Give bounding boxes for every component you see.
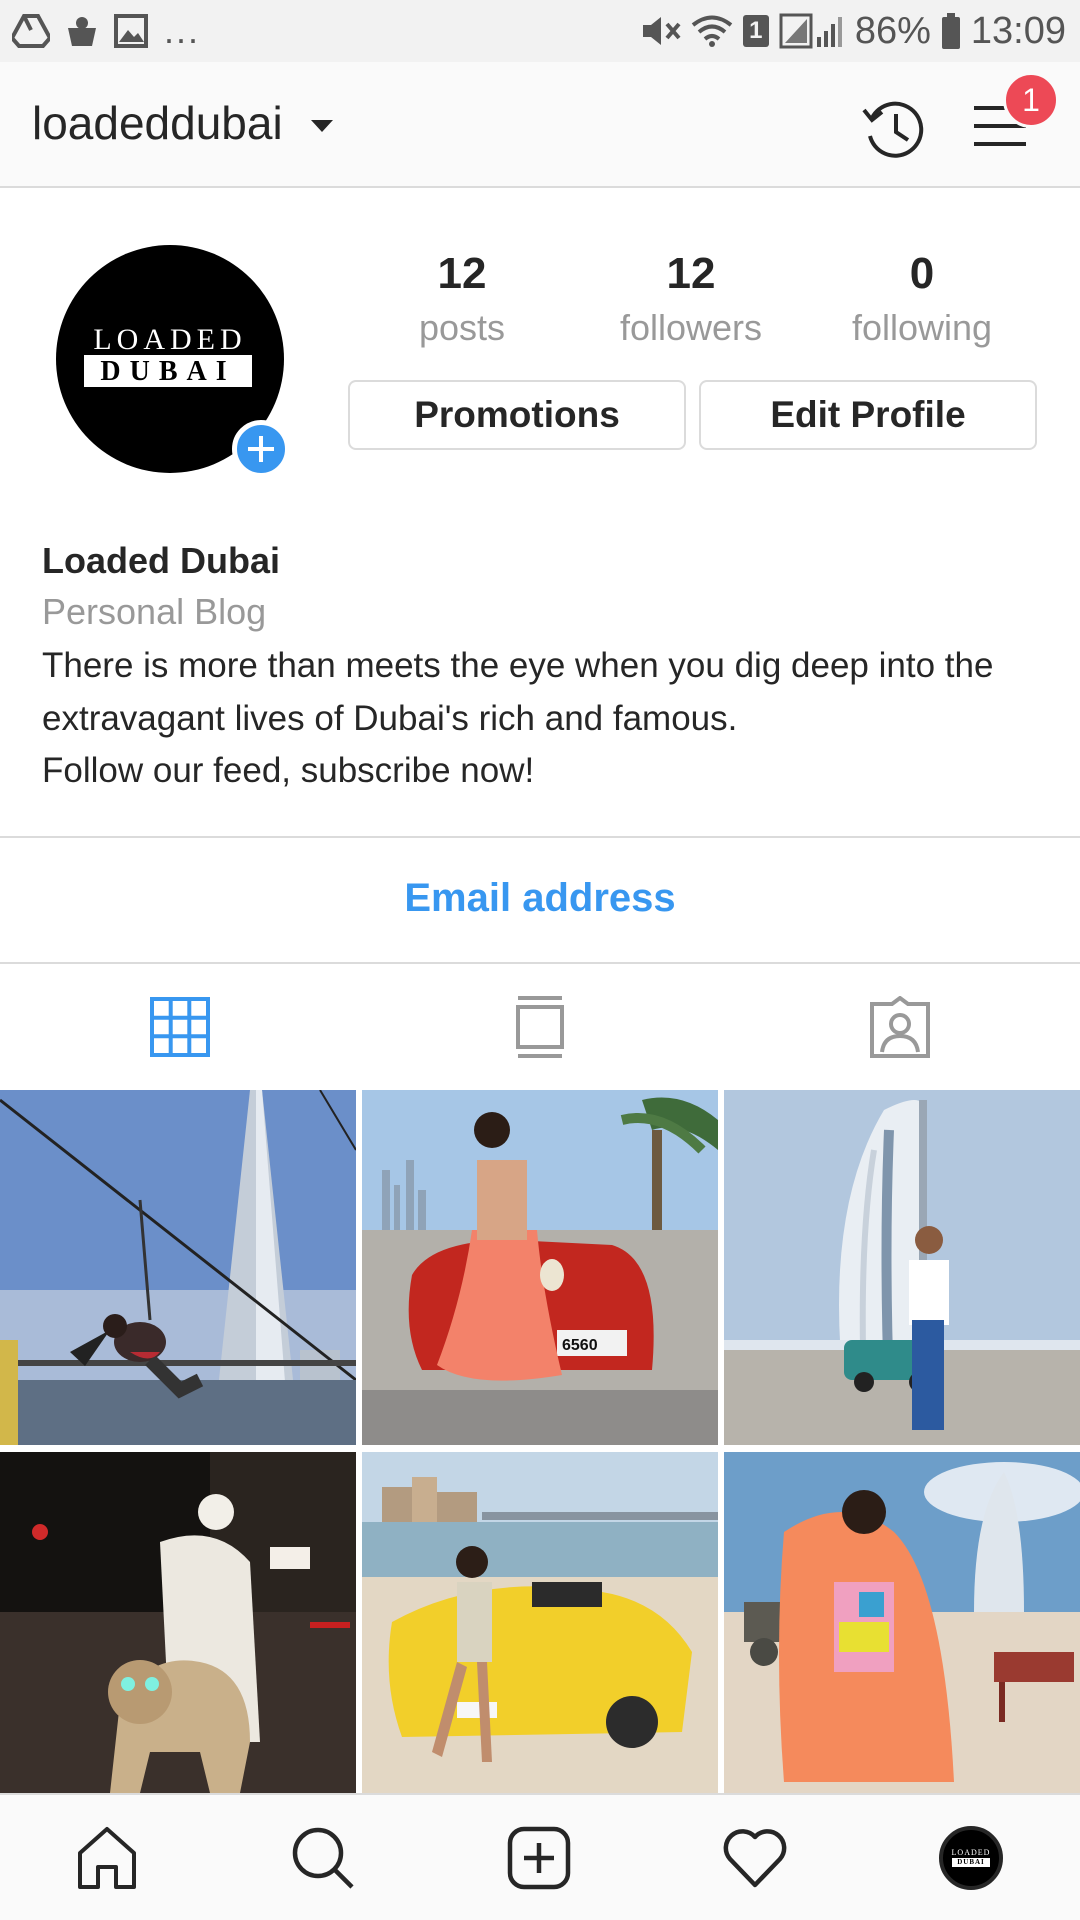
new-post-icon — [506, 1825, 572, 1891]
followers-count: 12 — [666, 249, 716, 298]
avatar-logo-line2: DUBAI — [84, 355, 252, 387]
nav-home[interactable] — [62, 1813, 152, 1903]
grid-post[interactable] — [362, 1452, 718, 1793]
posts-count: 12 — [437, 249, 487, 298]
grid-post[interactable] — [0, 1452, 356, 1793]
search-icon — [290, 1825, 356, 1891]
plus-icon — [237, 425, 285, 473]
signal-icon — [779, 13, 845, 49]
followers-label: followers — [619, 307, 763, 348]
profile-avatar-icon: LOADED DUBAI — [939, 1826, 1003, 1890]
battery-percent: 86% — [854, 9, 931, 52]
history-icon — [858, 92, 930, 164]
bottom-navigation: LOADED DUBAI — [0, 1793, 1080, 1920]
bio-line: extravagant lives of Dubai's rich and fa… — [42, 698, 738, 738]
account-switcher-username[interactable]: loadeddubai — [32, 96, 283, 150]
top-app-bar: loadeddubai 1 — [0, 62, 1080, 188]
cloud-icon — [64, 14, 100, 48]
sim-icon: 1 — [742, 15, 769, 47]
stat-following[interactable]: 0 following — [822, 248, 1022, 356]
stat-followers[interactable]: 12 followers — [591, 248, 791, 356]
battery-icon — [941, 13, 961, 49]
clock: 13:09 — [970, 9, 1066, 52]
activity-heart-icon — [722, 1827, 788, 1889]
archive-history-button[interactable] — [858, 92, 930, 164]
following-label: following — [851, 307, 993, 348]
status-bar-left: ... — [12, 10, 200, 52]
contact-row: Email address — [0, 836, 1080, 964]
tab-feed[interactable] — [480, 968, 600, 1086]
nav-new-post[interactable] — [494, 1813, 584, 1903]
wifi-icon — [691, 14, 733, 48]
drive-icon — [12, 14, 50, 48]
edit-profile-button[interactable]: Edit Profile — [699, 380, 1037, 450]
feed-icon — [514, 995, 566, 1059]
mute-icon — [641, 14, 681, 48]
email-address-button[interactable]: Email address — [0, 876, 1080, 921]
stat-posts[interactable]: 12 posts — [362, 248, 562, 356]
bio-line: There is more than meets the eye when yo… — [42, 646, 994, 685]
grid-icon — [150, 997, 210, 1057]
nav-avatar-logo-line2: DUBAI — [952, 1858, 990, 1867]
bio-line: Follow our feed, subscribe now! — [42, 751, 535, 790]
add-story-button[interactable] — [232, 420, 290, 478]
status-bar: ... 1 86% 13:09 — [0, 0, 1080, 62]
home-icon — [74, 1825, 140, 1891]
grid-post[interactable]: 6560 — [362, 1090, 718, 1445]
profile-display-name: Loaded Dubai — [42, 540, 281, 581]
profile-bio: There is more than meets the eye when yo… — [42, 640, 1052, 798]
gallery-icon — [114, 14, 148, 48]
nav-avatar-logo-line1: LOADED — [951, 1848, 991, 1857]
avatar-logo-line1: LOADED — [93, 323, 247, 356]
status-bar-right: 1 86% 13:09 — [641, 8, 1066, 54]
tab-tagged[interactable] — [840, 968, 960, 1086]
grid-post[interactable] — [0, 1090, 356, 1445]
nav-activity[interactable] — [710, 1813, 800, 1903]
tab-grid[interactable] — [120, 968, 240, 1086]
nav-profile[interactable]: LOADED DUBAI — [926, 1813, 1016, 1903]
grid-post[interactable] — [724, 1452, 1080, 1793]
nav-search[interactable] — [278, 1813, 368, 1903]
tagged-icon — [868, 996, 932, 1058]
car-plate-text: 6560 — [562, 1337, 598, 1354]
chevron-down-icon[interactable] — [311, 120, 333, 133]
notification-badge: 1 — [1003, 72, 1059, 128]
status-overflow-dots: ... — [164, 10, 201, 51]
promotions-button[interactable]: Promotions — [348, 380, 686, 450]
posts-label: posts — [418, 307, 506, 348]
grid-post[interactable] — [724, 1090, 1080, 1445]
following-count: 0 — [909, 249, 935, 298]
profile-category: Personal Blog — [42, 591, 267, 632]
